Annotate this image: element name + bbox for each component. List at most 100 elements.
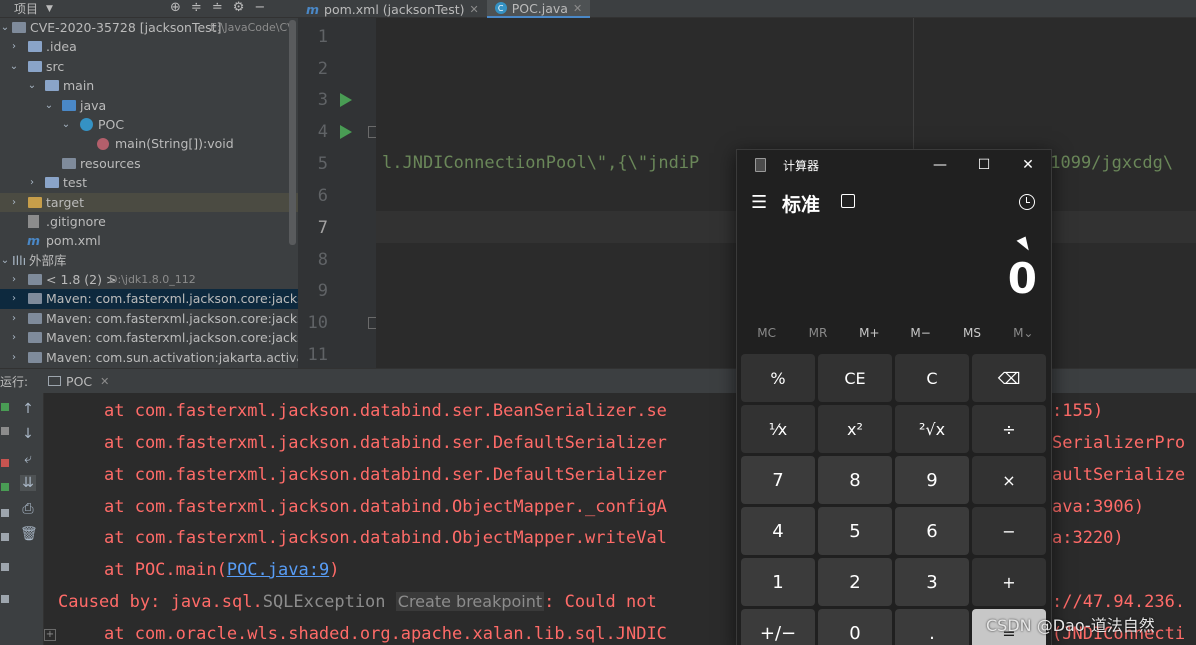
digit-4-button[interactable]: 4	[741, 507, 815, 555]
digit-7-button[interactable]: 7	[741, 456, 815, 504]
calculator-titlebar[interactable]: 计算器 — ☐ ✕	[737, 150, 1051, 180]
mc-button[interactable]: MC	[745, 326, 789, 348]
ms-button[interactable]: MS	[950, 326, 994, 348]
keep-on-top-icon[interactable]	[841, 194, 855, 208]
stack-line: at com.fasterxml.jackson.databind.ser.De…	[104, 433, 667, 453]
digit-6-button[interactable]: 6	[895, 507, 969, 555]
tab-pom-xml[interactable]: m pom.xml (jacksonTest) ✕	[298, 0, 487, 18]
history-icon[interactable]	[1019, 194, 1035, 210]
tree-item-pom[interactable]: m pom.xml	[0, 231, 298, 250]
line-number: 5	[317, 154, 328, 174]
tree-item-project-root[interactable]: ⌄ CVE-2020-35728 [jacksonTest] E:\JavaCo…	[0, 18, 298, 37]
tree-item-maven-jackson-databind[interactable]: › Maven: com.fasterxml.jackson.core:jack…	[0, 328, 298, 347]
run-tab-poc[interactable]: POC ✕	[48, 374, 109, 389]
tree-item-test[interactable]: › test	[0, 173, 298, 192]
stack-line-tail: a:3220)	[1052, 528, 1124, 548]
stop-icon[interactable]	[1, 459, 9, 467]
calculator-keypad: % CE C ⌫ ¹⁄x x² ²√x ÷ 7 8 9 × 4 5 6 − 1 …	[741, 354, 1051, 645]
digit-3-button[interactable]: 3	[895, 558, 969, 606]
tree-item-main[interactable]: ⌄ main	[0, 76, 298, 95]
tree-item-resources[interactable]: resources	[0, 154, 298, 173]
restore-icon[interactable]	[1, 483, 9, 491]
minimize-button[interactable]: —	[918, 150, 962, 180]
tab-poc-java[interactable]: C POC.java ✕	[486, 0, 591, 18]
divide-button[interactable]: ÷	[972, 405, 1046, 453]
wrench-icon[interactable]	[1, 427, 9, 435]
layout-icon[interactable]	[1, 563, 9, 571]
tree-item-maven-jackson-annotations[interactable]: › Maven: com.fasterxml.jackson.core:jack…	[0, 289, 298, 309]
close-button[interactable]: ✕	[1006, 150, 1050, 180]
close-icon[interactable]: ✕	[469, 3, 478, 16]
chevron-down-icon[interactable]: ▼	[46, 4, 53, 14]
run-class-icon[interactable]	[340, 93, 352, 107]
tree-item-src[interactable]: ⌄ src	[0, 57, 298, 76]
digit-8-button[interactable]: 8	[818, 456, 892, 504]
minimize-icon[interactable]: −	[254, 0, 265, 15]
folder-icon	[45, 177, 59, 189]
scroll-to-end-icon[interactable]: ⇊	[20, 475, 36, 491]
square-root-button[interactable]: ²√x	[895, 405, 969, 453]
source-link[interactable]: POC.java:9	[227, 560, 329, 580]
hamburger-menu-icon[interactable]: ☰	[751, 192, 767, 213]
up-arrow-icon[interactable]: ↑	[20, 401, 36, 417]
digit-2-button[interactable]: 2	[818, 558, 892, 606]
exception-link[interactable]: SQLException	[263, 592, 386, 612]
close-icon[interactable]: ✕	[573, 2, 582, 15]
square-button[interactable]: x²	[818, 405, 892, 453]
reciprocal-button[interactable]: ¹⁄x	[741, 405, 815, 453]
tree-item-target[interactable]: › target	[0, 192, 298, 212]
stack-line: at com.oracle.wls.shaded.org.apache.xala…	[104, 624, 667, 644]
percent-button[interactable]: %	[741, 354, 815, 402]
digit-1-button[interactable]: 1	[741, 558, 815, 606]
m-plus-button[interactable]: M+	[847, 326, 891, 348]
project-title[interactable]: 项目	[14, 0, 38, 17]
add-button[interactable]: +	[972, 558, 1046, 606]
print-icon[interactable]: ⎙	[20, 501, 36, 517]
console-icon	[48, 376, 62, 386]
gear-icon[interactable]: ⚙	[233, 0, 245, 15]
caused-suffix: : Could not	[544, 592, 657, 612]
digit-9-button[interactable]: 9	[895, 456, 969, 504]
backspace-button[interactable]: ⌫	[972, 354, 1046, 402]
expand-all-icon[interactable]: ≑	[191, 0, 202, 15]
camera-icon[interactable]	[1, 509, 9, 517]
soft-wrap-icon[interactable]: ⤶	[20, 451, 36, 467]
clear-entry-button[interactable]: CE	[818, 354, 892, 402]
tree-item-jdk[interactable]: › < 1.8 (2) > D:\jdk1.8.0_112	[0, 270, 298, 289]
caused-line-tail: ://47.94.236.	[1052, 592, 1186, 612]
stack-line-poc: at POC.main(POC.java:9)	[104, 560, 339, 580]
memory-list-button[interactable]: M⌄	[1001, 326, 1045, 348]
tree-item-gitignore[interactable]: .gitignore	[0, 212, 298, 231]
pin-icon[interactable]	[1, 595, 9, 603]
stack-line: at com.fasterxml.jackson.databind.Object…	[104, 497, 667, 517]
mr-button[interactable]: MR	[796, 326, 840, 348]
tree-item-poc[interactable]: ⌄ POC	[0, 115, 298, 134]
run-method-icon[interactable]	[340, 125, 352, 139]
tree-item-maven-jakarta-activation[interactable]: › Maven: com.sun.activation:jakarta.acti…	[0, 348, 298, 367]
collapse-all-icon[interactable]: ≐	[212, 0, 223, 15]
create-breakpoint-hint[interactable]: Create breakpoint	[395, 592, 545, 611]
clear-button[interactable]: C	[895, 354, 969, 402]
locate-icon[interactable]: ⊕	[170, 0, 181, 15]
tree-item-external-libraries[interactable]: ⌄ Illı 外部库	[0, 251, 298, 270]
multiply-button[interactable]: ×	[972, 456, 1046, 504]
digit-0-button[interactable]: 0	[818, 609, 892, 645]
down-arrow-icon[interactable]: ↓	[20, 426, 36, 442]
maven-icon: m	[27, 233, 41, 249]
tree-item-java[interactable]: ⌄ java	[0, 96, 298, 115]
trash-icon[interactable]: 🗑	[20, 526, 38, 542]
project-scrollbar[interactable]	[289, 20, 296, 245]
expand-icon[interactable]: +	[44, 629, 56, 641]
tree-item-main-method[interactable]: main(String[]):void	[0, 134, 298, 153]
tree-item-maven-jackson-core[interactable]: › Maven: com.fasterxml.jackson.core:jack…	[0, 309, 298, 328]
negate-button[interactable]: +/−	[741, 609, 815, 645]
login-icon[interactable]	[1, 533, 9, 541]
digit-5-button[interactable]: 5	[818, 507, 892, 555]
maximize-button[interactable]: ☐	[962, 150, 1006, 180]
rerun-icon[interactable]	[1, 403, 9, 411]
tree-item-idea[interactable]: › .idea	[0, 37, 298, 56]
subtract-button[interactable]: −	[972, 507, 1046, 555]
close-icon[interactable]: ✕	[100, 375, 109, 388]
decimal-button[interactable]: .	[895, 609, 969, 645]
m-minus-button[interactable]: M−	[899, 326, 943, 348]
